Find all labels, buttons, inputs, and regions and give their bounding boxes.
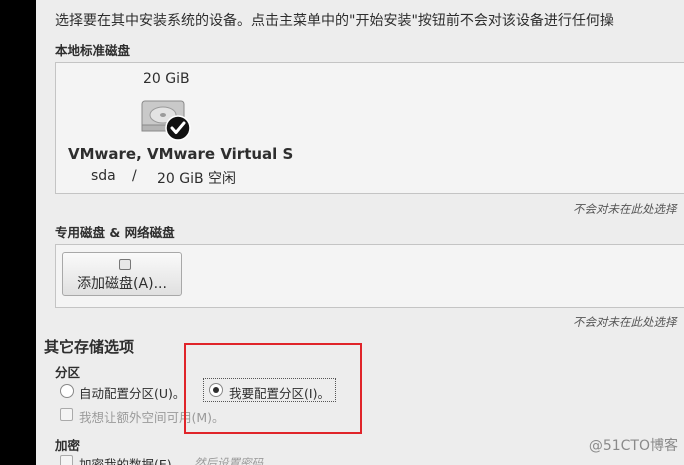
disk-name: VMware, VMware Virtual S xyxy=(68,145,294,163)
encrypt-checkbox[interactable] xyxy=(60,455,73,465)
local-disks-note: 不会对未在此处选择 xyxy=(573,202,677,216)
extra-space-checkbox[interactable] xyxy=(60,408,73,421)
hard-disk-icon xyxy=(141,100,191,141)
disk-free: 20 GiB 空闲 xyxy=(157,171,237,187)
local-disks-box: 20 GiB VMware, VMware Virtual S sda / 20… xyxy=(55,62,684,194)
disk-size: 20 GiB xyxy=(143,71,190,87)
storage-config-panel: 选择要在其中安装系统的设备。点击主菜单中的"开始安装"按钮前不会对该设备进行任何… xyxy=(36,0,684,465)
add-disk-button[interactable]: 添加磁盘(A)... xyxy=(62,252,182,296)
intro-text: 选择要在其中安装系统的设备。点击主菜单中的"开始安装"按钮前不会对该设备进行任何… xyxy=(55,13,614,29)
add-disk-button-label: 添加磁盘(A)... xyxy=(77,276,167,292)
disk-device: sda xyxy=(91,168,116,184)
disk-card-sda[interactable]: 20 GiB VMware, VMware Virtual S sda / 20… xyxy=(56,63,293,191)
auto-partition-label[interactable]: 自动配置分区(U)。 xyxy=(79,383,185,402)
encryption-title: 加密 xyxy=(55,438,81,453)
encrypt-label[interactable]: 加密我的数据(E) xyxy=(79,454,172,465)
special-disks-note: 不会对未在此处选择 xyxy=(573,315,677,329)
auto-partition-radio[interactable] xyxy=(60,384,74,398)
special-disks-title: 专用磁盘 & 网络磁盘 xyxy=(55,225,175,240)
watermark: @51CTO博客 xyxy=(588,438,678,454)
disk-add-icon xyxy=(119,259,131,270)
local-disks-title: 本地标准磁盘 xyxy=(55,43,131,58)
passphrase-hint: 然后设置密码 xyxy=(194,456,263,465)
other-options-title: 其它存储选项 xyxy=(44,338,135,356)
disk-separator: / xyxy=(132,168,137,184)
annotation-highlight-box xyxy=(184,343,362,434)
partition-title: 分区 xyxy=(55,365,81,380)
